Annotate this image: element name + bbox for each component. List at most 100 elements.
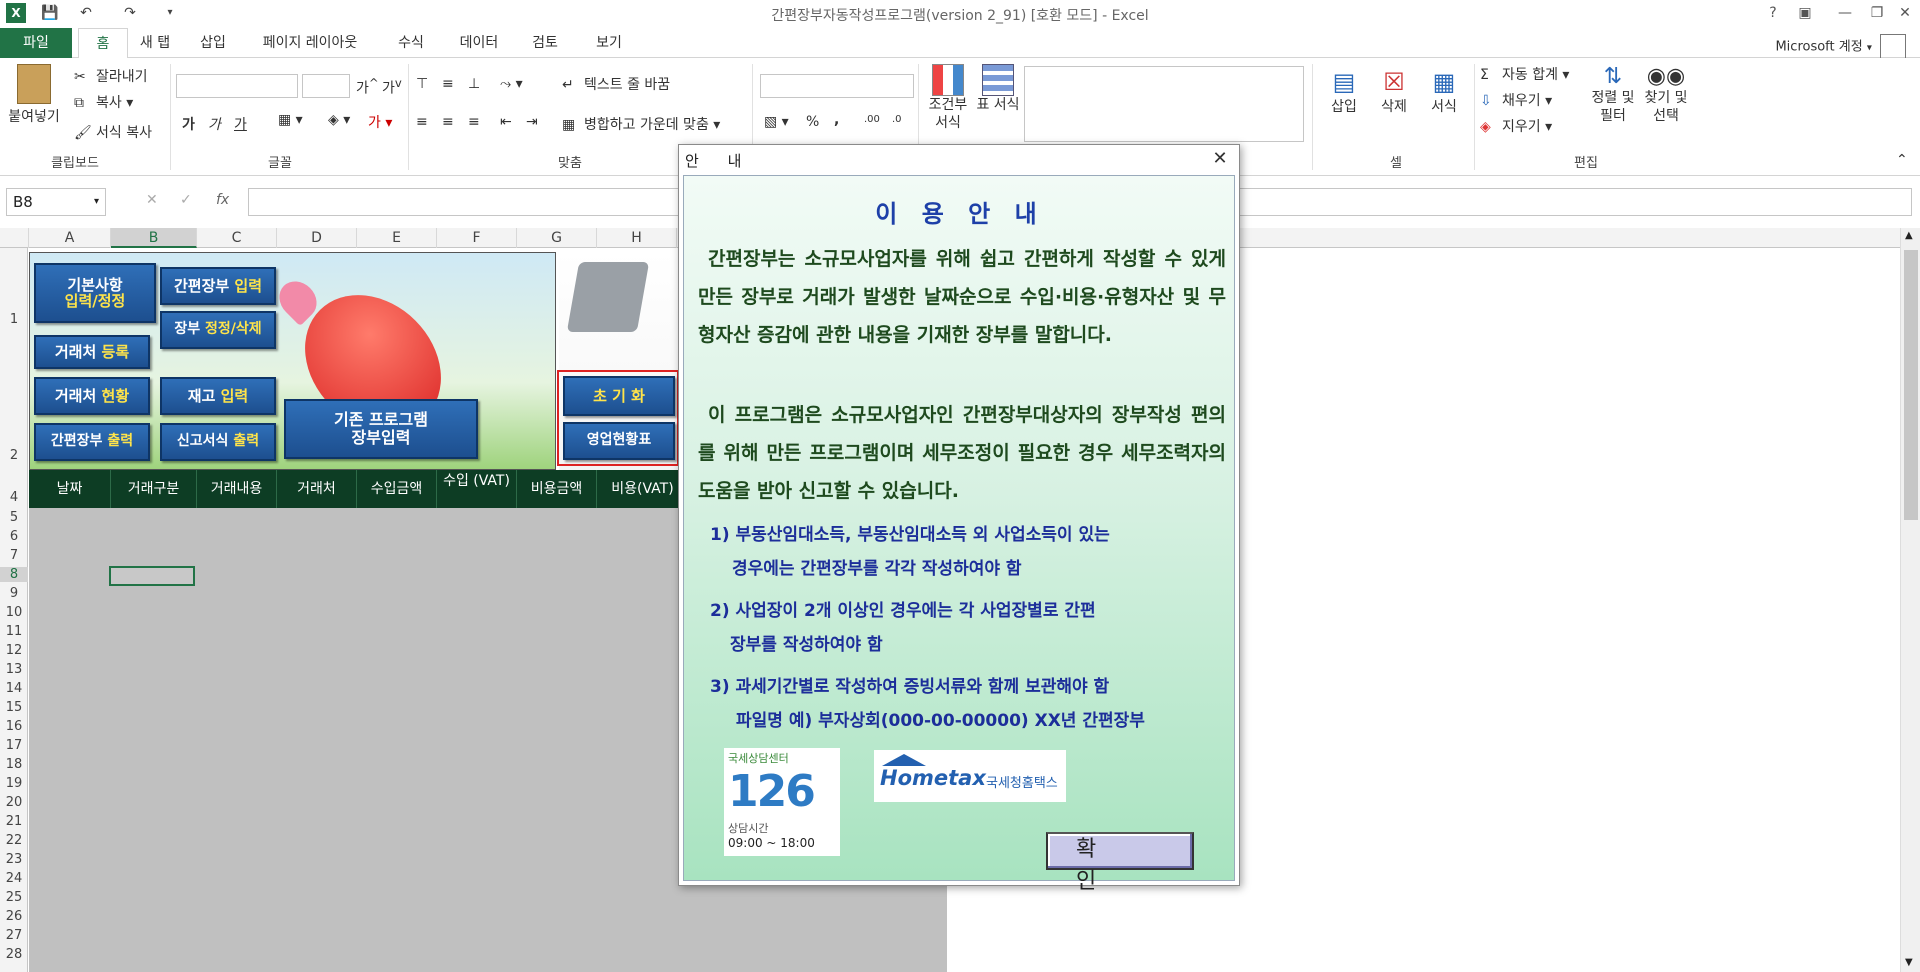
ok-button[interactable]: 확 인 [1046, 832, 1194, 894]
increase-indent-icon[interactable]: ⇥ [526, 114, 538, 130]
restore-icon[interactable]: ❐ [1862, 2, 1892, 24]
tab-formulas[interactable]: 수식 [386, 28, 436, 58]
column-header-c[interactable]: C [197, 228, 277, 248]
comma-button[interactable]: , [834, 112, 839, 128]
tab-new[interactable]: 새 탭 [130, 28, 180, 58]
stock-input-button[interactable]: 재고 입력 [160, 377, 276, 415]
tab-view[interactable]: 보기 [584, 28, 634, 58]
row-header[interactable]: 15 [0, 700, 28, 715]
ribbon-display-icon[interactable]: ▣ [1790, 2, 1820, 24]
shrink-font-button[interactable]: 가v [382, 76, 402, 98]
column-header-g[interactable]: G [517, 228, 597, 248]
dialog-title-bar[interactable]: 안 내 ✕ [679, 145, 1239, 173]
font-name-select[interactable] [176, 74, 298, 98]
align-center-icon[interactable]: ≡ [442, 114, 454, 130]
column-header-a[interactable]: A [29, 228, 111, 248]
row-header[interactable]: 2 [0, 448, 28, 463]
insert-function-button[interactable]: fx [216, 192, 229, 208]
orientation-icon[interactable]: ⤳ ▾ [500, 76, 523, 92]
column-header-d[interactable]: D [277, 228, 357, 248]
row-header[interactable]: 6 [0, 529, 28, 544]
tab-data[interactable]: 데이터 [452, 28, 506, 58]
row-header[interactable]: 8 [0, 567, 28, 582]
scrollbar-thumb[interactable] [1904, 250, 1918, 520]
align-top-icon[interactable]: ⊤ [416, 76, 428, 92]
cut-button[interactable]: ✂ 잘라내기 [74, 66, 148, 86]
row-header[interactable]: 12 [0, 643, 28, 658]
row-header[interactable]: 24 [0, 871, 28, 886]
row-header[interactable]: 17 [0, 738, 28, 753]
selected-cell[interactable] [109, 566, 195, 586]
delete-cells-button[interactable]: ☒ 삭제 [1372, 68, 1416, 116]
tab-insert[interactable]: 삽입 [188, 28, 238, 58]
column-header-b[interactable]: B [111, 228, 197, 248]
row-header[interactable]: 1 [0, 312, 28, 327]
row-header[interactable]: 9 [0, 586, 28, 601]
italic-button[interactable]: 가 [208, 114, 221, 134]
find-select-button[interactable]: ◉◉ 찾기 및 선택 [1640, 64, 1692, 125]
grow-font-button[interactable]: 가^ [356, 76, 379, 98]
tab-review[interactable]: 검토 [520, 28, 570, 58]
row-header[interactable]: 20 [0, 795, 28, 810]
row-header[interactable]: 23 [0, 852, 28, 867]
copy-button[interactable]: ⧉ 복사 ▾ [74, 92, 133, 112]
tab-file[interactable]: 파일 [0, 28, 72, 58]
column-header-e[interactable]: E [357, 228, 437, 248]
enter-icon[interactable]: ✓ [180, 192, 192, 208]
client-register-button[interactable]: 거래처 등록 [34, 335, 150, 369]
column-header-f[interactable]: F [437, 228, 517, 248]
cancel-icon[interactable]: ✕ [146, 192, 158, 208]
clear-button[interactable]: ◈ 지우기 ▾ [1480, 116, 1552, 136]
align-left-icon[interactable]: ≡ [416, 114, 428, 130]
client-status-button[interactable]: 거래처 현황 [34, 377, 150, 415]
insert-cells-button[interactable]: ▤ 삽입 [1322, 68, 1366, 116]
row-header[interactable]: 28 [0, 947, 28, 962]
bold-button[interactable]: 가 [182, 114, 195, 134]
tab-page-layout[interactable]: 페이지 레이아웃 [250, 28, 370, 58]
close-window-icon[interactable]: ✕ [1890, 2, 1920, 24]
decrease-indent-icon[interactable]: ⇤ [500, 114, 512, 130]
row-header[interactable]: 10 [0, 605, 28, 620]
minimize-icon[interactable]: — [1830, 2, 1860, 24]
row-header[interactable]: 14 [0, 681, 28, 696]
tab-home[interactable]: 홈 [78, 28, 128, 59]
cell-styles-gallery[interactable] [1024, 66, 1304, 142]
underline-button[interactable]: 가 [234, 114, 247, 134]
autosum-button[interactable]: Σ 자동 합계 ▾ [1480, 64, 1569, 84]
collapse-ribbon-icon[interactable]: ⌃ [1896, 152, 1908, 168]
font-color-icon[interactable]: 가 ▾ [368, 112, 392, 132]
name-box[interactable]: B8 ▾ [6, 188, 106, 216]
row-header[interactable]: 5 [0, 510, 28, 525]
row-header[interactable]: 22 [0, 833, 28, 848]
row-header[interactable]: 21 [0, 814, 28, 829]
close-icon[interactable]: ✕ [1207, 147, 1233, 171]
row-header[interactable]: 16 [0, 719, 28, 734]
font-size-select[interactable] [302, 74, 350, 98]
row-header[interactable]: 13 [0, 662, 28, 677]
format-cells-button[interactable]: ▦ 서식 [1422, 68, 1466, 116]
row-header[interactable]: 18 [0, 757, 28, 772]
row-header[interactable]: 27 [0, 928, 28, 943]
row-header[interactable]: 26 [0, 909, 28, 924]
tax-form-print-button[interactable]: 신고서식 출력 [160, 423, 276, 461]
table-format-button[interactable]: 표 서식 [976, 64, 1020, 132]
business-status-button[interactable]: 영업현황표 [563, 422, 675, 460]
fill-color-icon[interactable]: ◈ ▾ [328, 112, 350, 128]
ledger-input-button[interactable]: 간편장부 입력 [160, 267, 276, 305]
scroll-down-icon[interactable]: ▼ [1905, 957, 1913, 968]
row-header[interactable]: 11 [0, 624, 28, 639]
row-header[interactable]: 25 [0, 890, 28, 905]
redo-icon[interactable]: ↷ [120, 3, 140, 23]
customize-qat-icon[interactable]: ▾ [160, 3, 180, 23]
row-header[interactable]: 19 [0, 776, 28, 791]
align-middle-icon[interactable]: ≡ [442, 76, 454, 92]
reset-button[interactable]: 초 기 화 [563, 376, 675, 416]
vertical-scrollbar[interactable]: ▲ ▼ [1900, 228, 1920, 972]
percent-button[interactable]: % [806, 114, 819, 130]
account-menu[interactable]: Microsoft 계정 ▾ [1775, 34, 1906, 60]
wrap-text-button[interactable]: ↵ 텍스트 줄 바꿈 [562, 74, 670, 94]
align-bottom-icon[interactable]: ⊥ [468, 76, 480, 92]
decrease-decimal-icon[interactable]: .0 [892, 114, 902, 125]
help-button[interactable]: ? [1758, 2, 1788, 24]
row-header[interactable]: 7 [0, 548, 28, 563]
